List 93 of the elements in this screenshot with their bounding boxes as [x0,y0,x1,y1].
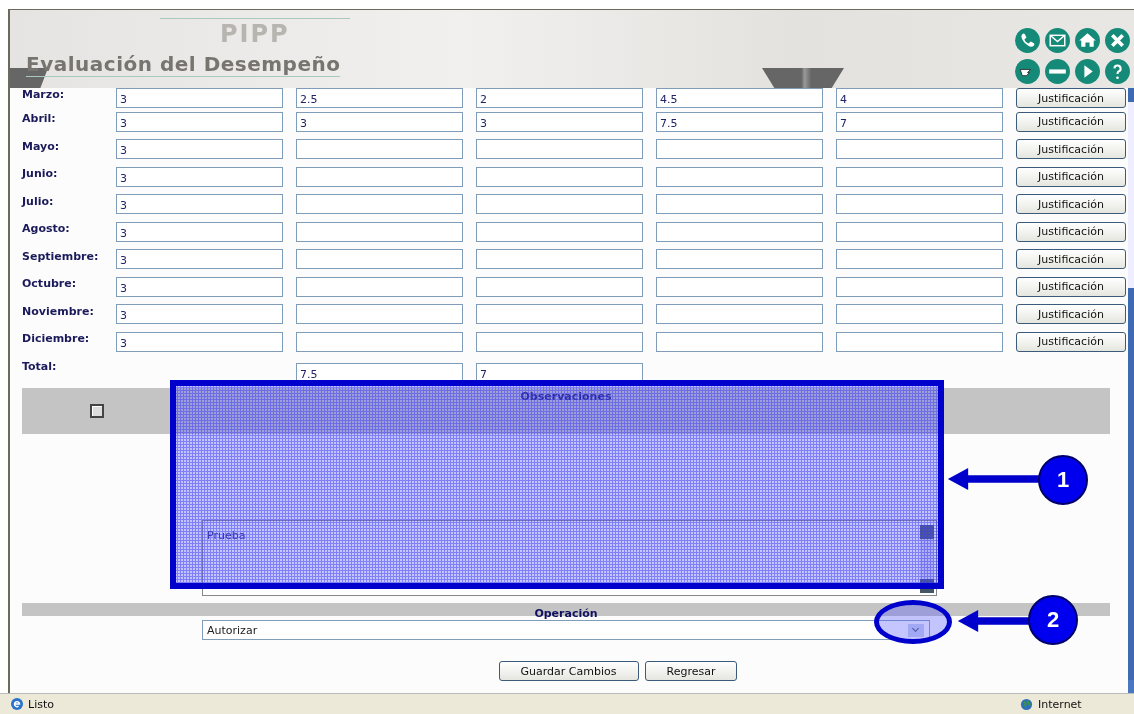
score-field[interactable]: 4.5 [656,88,823,108]
score-field[interactable] [836,276,1003,297]
score-field[interactable] [836,249,1003,270]
score-field[interactable] [836,166,1003,187]
score-field[interactable] [656,139,823,160]
phone-icon[interactable] [1014,27,1041,54]
score-field[interactable] [476,194,643,215]
square-icon[interactable] [90,404,104,418]
score-field[interactable] [476,331,643,352]
page-icon [10,697,24,711]
score-field[interactable]: 3 [116,88,283,108]
play-icon[interactable] [1074,58,1101,85]
score-field[interactable]: 3 [116,249,283,270]
total-field[interactable]: 7.5 [296,363,463,383]
total-field[interactable]: 7 [476,363,643,383]
section-title: Observaciones [519,390,613,403]
score-field[interactable] [296,249,463,270]
score-field[interactable] [656,276,823,297]
score-field[interactable] [476,276,643,297]
score-field[interactable] [296,139,463,160]
mail-icon[interactable] [1044,27,1071,54]
score-field[interactable] [836,304,1003,325]
score-field[interactable] [836,221,1003,242]
score-field[interactable] [656,221,823,242]
score-field[interactable] [296,221,463,242]
score-field[interactable] [296,194,463,215]
justification-button[interactable]: Justificación [1016,88,1126,108]
score-field[interactable] [476,221,643,242]
justification-button[interactable]: Justificación [1016,331,1126,352]
score-field[interactable]: 3 [116,331,283,352]
score-field[interactable] [296,331,463,352]
score-field[interactable] [836,139,1003,160]
score-field[interactable] [476,139,643,160]
month-label: Septiembre: [22,248,100,263]
operation-dropdown[interactable]: Autorizar [202,620,930,640]
caret-icon[interactable] [908,624,924,637]
score-field[interactable]: 4 [836,88,1003,108]
month-label: Octubre: [22,276,78,290]
score-field[interactable]: 3 [116,221,283,242]
action-button[interactable]: Regresar [644,661,738,681]
score-field[interactable] [656,331,823,352]
score-field[interactable]: 7.5 [656,111,823,132]
score-field[interactable]: 3 [476,111,643,132]
score-field[interactable] [656,194,823,215]
month-label: Mayo: [22,138,61,153]
month-label: Julio: [22,193,55,208]
justification-button[interactable]: Justificación [1016,166,1126,187]
score-field[interactable] [836,331,1003,352]
score-field[interactable]: 7 [836,111,1003,132]
score-field[interactable] [296,276,463,297]
score-field[interactable] [476,304,643,325]
score-field[interactable]: 3 [116,276,283,297]
justification-button[interactable]: Justificación [1016,194,1126,215]
status-text: Listo [28,698,54,711]
justification-button[interactable]: Justificación [1016,304,1126,325]
score-field[interactable]: 3 [116,139,283,160]
justification-button[interactable]: Justificación [1016,139,1126,160]
minus-icon[interactable] [1044,58,1071,85]
score-field[interactable]: 3 [116,166,283,187]
help-icon[interactable] [1104,58,1131,85]
justification-button[interactable]: Justificación [1016,249,1126,270]
zone-text: Internet [1038,698,1082,711]
total-label: Total: [22,358,58,373]
justification-button[interactable]: Justificación [1016,111,1126,132]
score-field[interactable] [836,194,1003,215]
globe-icon [1020,698,1033,711]
score-field[interactable] [656,249,823,270]
section-title: Operación [534,607,598,620]
score-field[interactable] [296,166,463,187]
score-field[interactable] [656,304,823,325]
justification-button[interactable]: Justificación [1016,221,1126,242]
score-field[interactable] [656,166,823,187]
score-field[interactable] [476,249,643,270]
month-label: Noviembre: [22,303,95,318]
action-button[interactable]: Guardar Cambios [498,661,639,681]
month-label: Abril: [22,111,57,125]
score-field[interactable]: 3 [116,194,283,215]
month-label: Junio: [22,166,59,180]
month-label: Marzo: [22,88,66,101]
logo-text: PIPP [160,18,350,47]
score-field[interactable] [476,166,643,187]
score-field[interactable]: 2 [476,88,643,108]
score-field[interactable]: 3 [296,111,463,132]
home-icon[interactable] [1074,27,1101,54]
page-title: Evaluación del Desempeño [26,52,341,77]
month-label: Diciembre: [22,331,91,345]
score-field[interactable]: 3 [116,304,283,325]
score-field[interactable]: 3 [116,111,283,132]
close-icon[interactable] [1104,27,1131,54]
justification-button[interactable]: Justificación [1016,276,1126,297]
score-field[interactable]: 2.5 [296,88,463,108]
month-label: Agosto: [22,221,71,235]
score-field[interactable] [296,304,463,325]
